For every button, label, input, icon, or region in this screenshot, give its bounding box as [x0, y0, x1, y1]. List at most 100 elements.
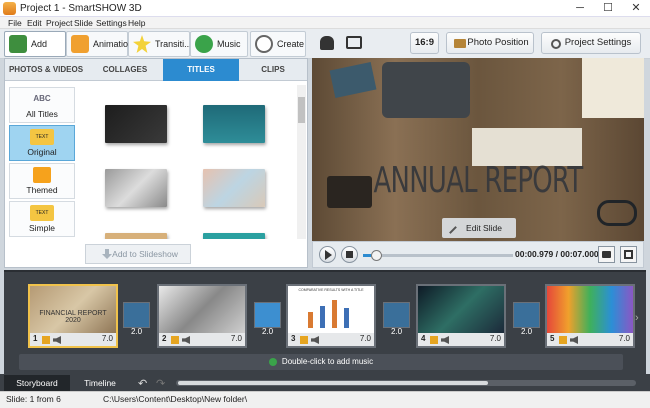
tab-storyboard[interactable]: Storyboard — [4, 375, 70, 391]
close-button[interactable]: ✕ — [622, 0, 650, 17]
scroll-thumb[interactable] — [298, 97, 305, 123]
title-thumbnail[interactable] — [203, 233, 265, 239]
bell-icon[interactable] — [320, 36, 334, 50]
playback-controls: 00:00.979 / 00:07.000 — [312, 241, 644, 268]
storyboard-panel: FINANCIAL REPORT 2020 1 7.0 2.0 2 7.0 2.0 … — [4, 270, 646, 376]
chart-bar — [320, 306, 325, 328]
menu-file[interactable]: File — [8, 17, 22, 29]
edit-icon[interactable] — [300, 336, 308, 344]
menu-help[interactable]: Help — [128, 17, 145, 29]
scroll-thumb[interactable] — [178, 381, 488, 385]
scroll-right-icon[interactable]: › — [635, 312, 639, 324]
speaker-icon[interactable] — [53, 336, 61, 344]
progress-track[interactable] — [363, 254, 513, 257]
slide-info-bar: 1 7.0 — [30, 333, 116, 346]
preview-title: ANNUAL REPORT — [373, 160, 584, 201]
titles-scrollbar[interactable] — [297, 85, 306, 239]
edit-icon[interactable] — [171, 336, 179, 344]
chart-bar — [332, 300, 337, 328]
transition-thumbnail[interactable] — [123, 302, 150, 328]
stop-button[interactable] — [341, 246, 358, 263]
transition-thumbnail[interactable] — [383, 302, 410, 328]
menu-edit[interactable]: Edit — [27, 17, 42, 29]
music-track[interactable]: Double-click to add music — [19, 354, 623, 370]
tab-transitions[interactable]: Transiti... — [128, 31, 192, 57]
speaker-icon[interactable] — [182, 336, 190, 344]
speaker-icon[interactable] — [311, 336, 319, 344]
slide-preview: ANNUAL REPORT Edit Slide — [312, 58, 644, 241]
title-thumbnail[interactable] — [105, 233, 167, 239]
storyboard-slide[interactable]: FINANCIAL REPORT 2020 1 7.0 — [28, 284, 118, 348]
star-icon — [133, 35, 151, 53]
maximize-button[interactable]: ☐ — [594, 0, 622, 17]
transition-duration: 2.0 — [390, 327, 403, 336]
image-icon[interactable] — [346, 36, 362, 49]
speaker-icon[interactable] — [570, 336, 578, 344]
category-original[interactable]: TEXT Original — [9, 125, 75, 161]
animation-icon — [71, 35, 89, 53]
minimize-button[interactable]: ─ — [566, 0, 594, 17]
photo-position-icon — [454, 39, 466, 48]
paper-image — [582, 58, 644, 118]
transition-duration: 2.0 — [130, 327, 143, 336]
undo-icon[interactable]: ↶ — [138, 377, 147, 390]
menu-settings[interactable]: Settings — [96, 17, 127, 29]
redo-icon[interactable]: ↷ — [156, 377, 165, 390]
speaker-icon[interactable] — [441, 336, 449, 344]
storyboard-scrollbar[interactable] — [176, 380, 636, 386]
project-path: C:\Users\Content\Desktop\New folder\ — [103, 394, 248, 404]
progress-handle[interactable] — [370, 250, 382, 261]
storyboard-slide[interactable]: 5 7.0 — [545, 284, 635, 348]
add-to-slideshow-button[interactable]: Add to Slideshow — [85, 244, 191, 264]
tab-clips[interactable]: CLIPS — [239, 59, 307, 81]
title-thumbnail[interactable] — [203, 105, 265, 143]
fullscreen-button[interactable] — [620, 246, 637, 263]
edit-icon[interactable] — [42, 336, 50, 344]
gear-icon — [551, 39, 561, 49]
slide-info-bar: 5 7.0 — [547, 333, 633, 346]
progress-fill — [363, 254, 371, 257]
titles-grid — [83, 85, 295, 239]
title-thumbnail[interactable] — [105, 105, 167, 143]
tab-collages[interactable]: COLLAGES — [87, 59, 163, 81]
play-button[interactable] — [319, 246, 336, 263]
category-simple[interactable]: TEXT Simple — [9, 201, 75, 237]
slide-thumbnail — [159, 286, 245, 333]
title-thumbnail[interactable] — [105, 169, 167, 207]
edit-icon[interactable] — [430, 336, 438, 344]
menu-slide[interactable]: Slide — [74, 17, 93, 29]
typewriter-image — [382, 62, 470, 118]
storyboard-slide[interactable]: 2 7.0 — [157, 284, 247, 348]
category-all-titles[interactable]: ABC All Titles — [9, 87, 75, 123]
slide-info-bar: 4 7.0 — [418, 333, 504, 346]
tab-add[interactable]: Add — [4, 31, 66, 57]
tab-animation[interactable]: Animation — [66, 31, 133, 57]
tab-music[interactable]: Music — [190, 31, 248, 57]
aspect-ratio-button[interactable]: 16:9 — [410, 32, 439, 54]
title-thumbnail[interactable] — [203, 169, 265, 207]
fullscreen-icon — [624, 250, 633, 259]
view-tabs: Storyboard Timeline ↶ ↷ — [0, 374, 650, 391]
menu-project[interactable]: Project — [46, 17, 72, 29]
tab-timeline[interactable]: Timeline — [72, 375, 128, 391]
slide-thumbnail: FINANCIAL REPORT 2020 — [30, 286, 116, 333]
transition-thumbnail[interactable] — [254, 302, 281, 328]
tab-photos-videos[interactable]: PHOTOS & VIDEOS — [5, 59, 87, 81]
snapshot-button[interactable] — [598, 246, 615, 263]
storyboard-slide[interactable]: COMPARATIVE RESULTS WITH A TITLE 3 7.0 — [286, 284, 376, 348]
title-categories: ABC All Titles TEXT Original Themed TEXT Si… — [9, 87, 77, 237]
abc-icon: ABC — [33, 94, 51, 103]
slide-thumbnail — [418, 286, 504, 333]
time-readout: 00:00.979 / 00:07.000 — [515, 249, 599, 259]
gift-icon — [33, 167, 51, 183]
category-themed[interactable]: Themed — [9, 163, 75, 199]
transition-thumbnail[interactable] — [513, 302, 540, 328]
main-toolbar: Add Animation Transiti... Music Create 1… — [0, 29, 650, 59]
tab-create[interactable]: Create — [250, 31, 306, 57]
tab-titles[interactable]: TITLES — [163, 59, 239, 81]
play-icon — [325, 250, 332, 260]
film-reel-icon — [255, 35, 273, 53]
storyboard-slide[interactable]: 4 7.0 — [416, 284, 506, 348]
glasses-image — [597, 200, 637, 226]
edit-icon[interactable] — [559, 336, 567, 344]
